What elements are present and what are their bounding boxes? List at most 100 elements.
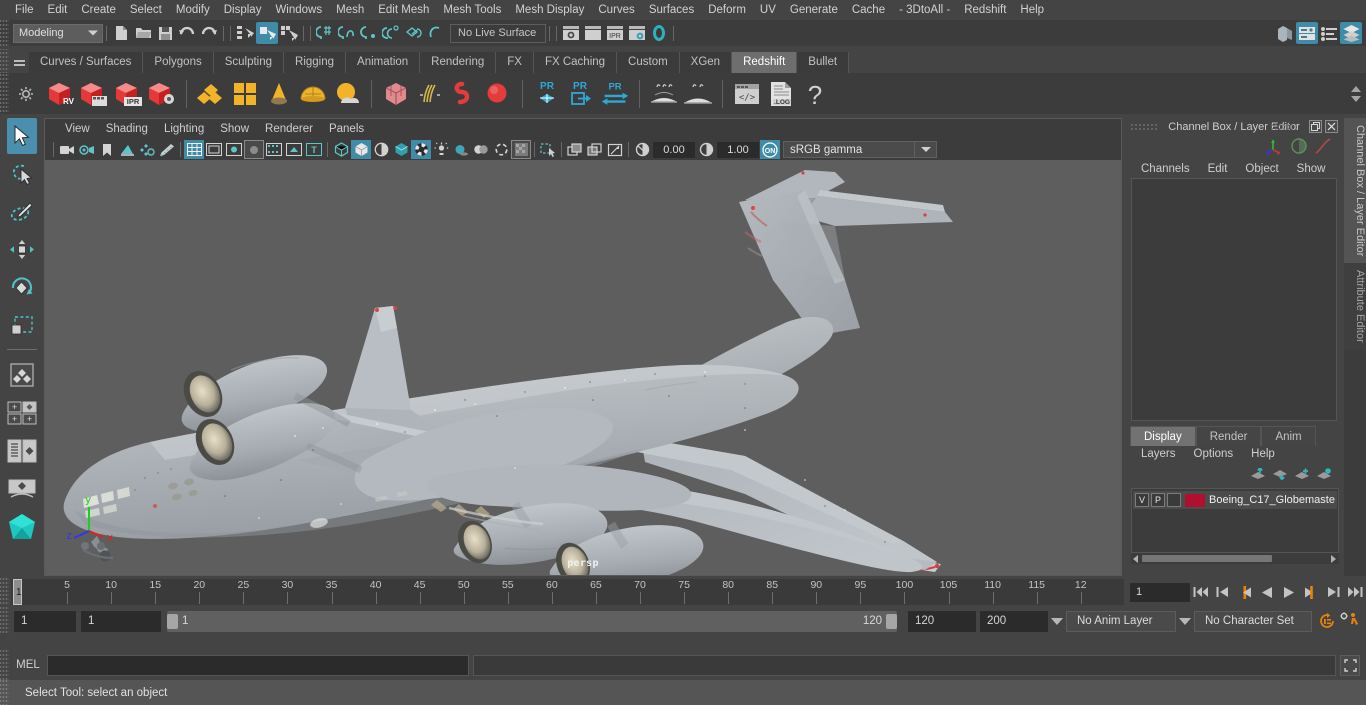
isolate-select-icon[interactable]: [538, 140, 558, 159]
script-editor-icon[interactable]: </>: [730, 77, 764, 111]
redshift-volume-icon[interactable]: [379, 77, 413, 111]
resolution-gate-icon[interactable]: [224, 140, 244, 159]
layer-visibility-toggle[interactable]: V: [1135, 493, 1149, 507]
help-icon[interactable]: ?: [798, 77, 832, 111]
gamma-icon[interactable]: [696, 140, 716, 159]
character-set-dropdown-icon[interactable]: [1176, 611, 1194, 632]
step-forward-key-icon[interactable]: [1300, 581, 1322, 603]
menu-item-edit-mesh[interactable]: Edit Mesh: [371, 0, 436, 20]
menu-item-help[interactable]: Help: [1013, 0, 1051, 20]
grid-icon[interactable]: [184, 140, 204, 159]
redshift-sphere-icon[interactable]: [481, 77, 515, 111]
redshift-dome-light-icon[interactable]: [296, 77, 330, 111]
redshift-sun-icon[interactable]: [330, 77, 364, 111]
menu-item-windows[interactable]: Windows: [268, 0, 329, 20]
time-slider-track[interactable]: 1 5 10 15 20 25 30 35 40 45 50 55 60 65 70 75 80 85 90 95 1…: [11, 579, 1124, 605]
shade-x-ray-icon[interactable]: [371, 140, 391, 159]
range-slider-grip[interactable]: [0, 607, 9, 635]
shelf-menu-icon[interactable]: [9, 49, 29, 73]
panel-undock-button[interactable]: [1309, 120, 1322, 133]
channel-box-attribute-list[interactable]: [1131, 178, 1337, 421]
panel-close-button[interactable]: [1325, 120, 1338, 133]
range-bar[interactable]: 1 120: [167, 610, 897, 632]
command-input-field[interactable]: [47, 654, 469, 676]
chevron-up-icon[interactable]: [1351, 85, 1361, 92]
safe-title-icon[interactable]: T: [304, 140, 324, 159]
menu-item-redshift[interactable]: Redshift: [957, 0, 1013, 20]
shelf-tab-animation[interactable]: Animation: [346, 52, 421, 73]
move-tool-button[interactable]: [7, 232, 37, 268]
render-current-frame-icon[interactable]: [582, 22, 604, 44]
redshift-curve-icon[interactable]: [447, 77, 481, 111]
viewport-menu-panels[interactable]: Panels: [321, 123, 372, 135]
color-transform-field[interactable]: sRGB gamma: [783, 141, 915, 158]
smooth-shade-all-icon[interactable]: [351, 140, 371, 159]
viewport-menu-renderer[interactable]: Renderer: [257, 123, 321, 135]
shelf-icon-grip[interactable]: [0, 73, 9, 114]
bookmark-icon[interactable]: [97, 140, 117, 159]
ipr-render-icon[interactable]: IPR: [604, 22, 626, 44]
channel-box-menu-show[interactable]: Show: [1288, 163, 1335, 175]
show-hide-channel-box-icon[interactable]: [1340, 22, 1362, 44]
lasso-select-tool-button[interactable]: [7, 156, 37, 192]
menu-item-display[interactable]: Display: [217, 0, 269, 20]
show-hide-modeling-toolkit-icon[interactable]: [1274, 22, 1296, 44]
grease-pencil-icon[interactable]: [157, 140, 177, 159]
layer-list[interactable]: V P Boeing_C17_Globemaster_III_: [1131, 488, 1339, 553]
side-tab-channel-box[interactable]: Channel Box / Layer Editor: [1344, 118, 1366, 264]
persp-outliner-layout-button[interactable]: [7, 433, 37, 469]
select-by-object-icon[interactable]: [256, 22, 278, 44]
pr-bake-icon[interactable]: PR: [530, 77, 564, 111]
select-by-hierarchy-icon[interactable]: [234, 22, 256, 44]
side-tab-attribute-editor[interactable]: Attribute Editor: [1344, 263, 1366, 351]
layer-tab-render[interactable]: Render: [1195, 426, 1262, 446]
menu-item-select[interactable]: Select: [123, 0, 169, 20]
hypershade-icon[interactable]: [648, 22, 670, 44]
go-to-start-icon[interactable]: [1190, 581, 1212, 603]
menu-item-curves[interactable]: Curves: [591, 0, 641, 20]
lights-icon[interactable]: [411, 140, 431, 159]
shelf-tab-redshift[interactable]: Redshift: [732, 52, 798, 73]
chevron-down-icon[interactable]: [1351, 95, 1361, 102]
layer-row[interactable]: V P Boeing_C17_Globemaster_III_: [1133, 491, 1337, 509]
step-forward-frame-icon[interactable]: [1322, 581, 1344, 603]
redshift-proxy-icon[interactable]: [194, 77, 228, 111]
range-bar-right-handle[interactable]: [886, 613, 897, 629]
viewport-menu-show[interactable]: Show: [212, 123, 257, 135]
redshift-settings-icon[interactable]: [9, 77, 43, 111]
snap-to-projected-center-icon[interactable]: [380, 22, 402, 44]
persp-graph-layout-button[interactable]: [7, 471, 37, 507]
layer-menu-options[interactable]: Options: [1185, 448, 1243, 460]
four-view-layout-button[interactable]: + + +: [7, 395, 37, 431]
layer-playback-toggle[interactable]: P: [1151, 493, 1165, 507]
step-back-key-icon[interactable]: [1234, 581, 1256, 603]
move-layer-up-icon[interactable]: [1250, 468, 1266, 480]
scroll-right-icon[interactable]: [1331, 554, 1336, 563]
shelf-tab-custom[interactable]: Custom: [617, 52, 680, 73]
viewport-menu-lighting[interactable]: Lighting: [156, 123, 212, 135]
gate-mask-icon[interactable]: [244, 140, 264, 159]
redo-icon[interactable]: [198, 22, 220, 44]
live-surface-field[interactable]: No Live Surface: [450, 23, 546, 43]
menu-set-selector[interactable]: Modeling: [13, 23, 103, 43]
menu-item-surfaces[interactable]: Surfaces: [642, 0, 701, 20]
scrollbar-thumb[interactable]: [1142, 555, 1272, 562]
auto-keyframe-icon[interactable]: [1316, 610, 1338, 632]
pr-export-icon[interactable]: PR: [564, 77, 598, 111]
film-gate-icon[interactable]: [204, 140, 224, 159]
redshift-render-settings-icon[interactable]: [145, 77, 179, 111]
snap-to-point-icon[interactable]: [358, 22, 380, 44]
menu-item-file[interactable]: File: [8, 0, 41, 20]
viewport-menu-view[interactable]: View: [57, 123, 98, 135]
create-new-layer-icon[interactable]: [1294, 468, 1310, 480]
time-slider-grip[interactable]: [0, 578, 9, 606]
anim-layer-dropdown-icon[interactable]: [1048, 611, 1066, 632]
animation-preferences-icon[interactable]: [1338, 610, 1360, 632]
menu-item-deform[interactable]: Deform: [701, 0, 753, 20]
snap-to-grid-icon[interactable]: [314, 22, 336, 44]
redshift-ipr-icon[interactable]: IPR: [111, 77, 145, 111]
layer-type-toggle[interactable]: [1167, 493, 1181, 507]
anim-layer-field[interactable]: No Anim Layer: [1066, 610, 1176, 632]
menu-item-mesh-display[interactable]: Mesh Display: [508, 0, 591, 20]
character-set-field[interactable]: No Character Set: [1194, 610, 1312, 632]
